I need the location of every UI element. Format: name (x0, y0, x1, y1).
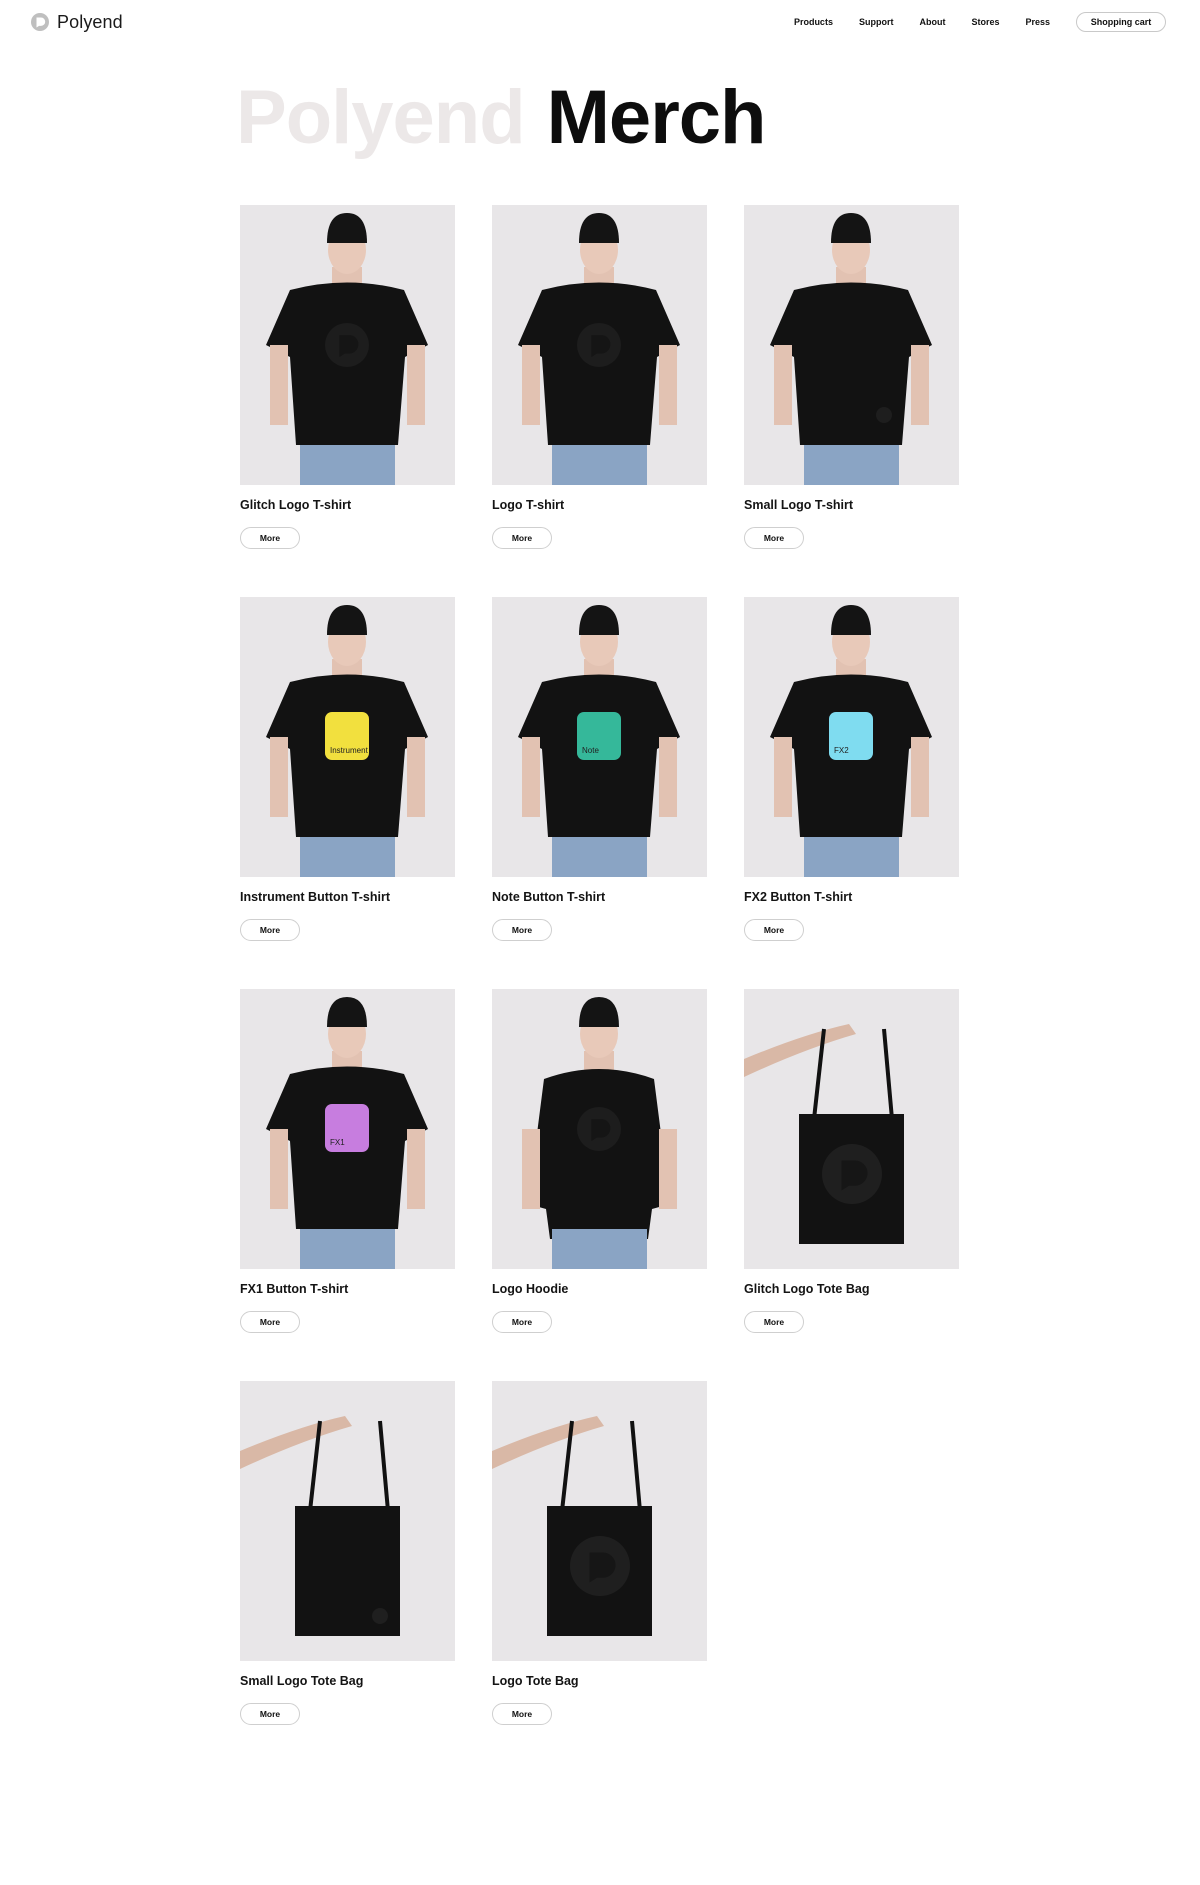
button-print-label: Note (582, 746, 599, 755)
more-button[interactable]: More (744, 919, 804, 941)
product-card: Glitch Logo Tote Bag More (744, 989, 959, 1381)
product-card: FX2 FX2 Button T-shirt More (744, 597, 959, 989)
product-name[interactable]: Note Button T-shirt (492, 890, 707, 906)
product-photo[interactable]: Instrument (240, 597, 455, 877)
brand-name: Polyend (57, 11, 123, 32)
product-illustration: Instrument (266, 605, 428, 877)
product-name[interactable]: Logo T-shirt (492, 498, 707, 514)
product-photo[interactable]: FX1 (240, 989, 455, 1269)
product-name[interactable]: FX1 Button T-shirt (240, 1282, 455, 1298)
product-illustration: Note (518, 605, 680, 877)
product-name[interactable]: Small Logo T-shirt (744, 498, 959, 514)
button-print-label: Instrument (330, 746, 369, 755)
more-button[interactable]: More (240, 1311, 300, 1333)
brand-logo[interactable]: Polyend (30, 11, 123, 33)
shopping-cart-button[interactable]: Shopping cart (1076, 12, 1166, 32)
product-illustration: FX1 (266, 997, 428, 1269)
product-card: Small Logo Tote Bag More (240, 1381, 455, 1773)
product-illustration (522, 997, 677, 1269)
nav-press[interactable]: Press (1025, 17, 1050, 27)
more-button[interactable]: More (240, 527, 300, 549)
product-photo[interactable] (240, 205, 455, 485)
site-header: Polyend Products Support About Stores Pr… (0, 0, 1200, 46)
product-illustration (744, 1024, 904, 1244)
product-illustration (770, 213, 932, 485)
product-illustration (266, 213, 428, 485)
more-button[interactable]: More (744, 527, 804, 549)
main-nav: Products Support About Stores Press Shop… (768, 12, 1166, 32)
polyend-logo-icon (31, 13, 49, 31)
product-photo[interactable] (240, 1381, 455, 1661)
product-card: Instrument Instrument Button T-shirt Mor… (240, 597, 455, 989)
nav-products[interactable]: Products (794, 17, 833, 27)
more-button[interactable]: More (240, 919, 300, 941)
product-name[interactable]: Logo Hoodie (492, 1282, 707, 1298)
product-name[interactable]: Glitch Logo Tote Bag (744, 1282, 959, 1298)
more-button[interactable]: More (240, 1703, 300, 1725)
nav-about[interactable]: About (919, 17, 945, 27)
product-name[interactable]: Small Logo Tote Bag (240, 1674, 455, 1690)
product-photo[interactable] (492, 989, 707, 1269)
page-title-section: Merch (546, 75, 767, 160)
more-button[interactable]: More (492, 919, 552, 941)
product-photo[interactable]: FX2 (744, 597, 959, 877)
product-illustration (240, 1416, 400, 1636)
product-card: Logo T-shirt More (492, 205, 707, 597)
product-card: Glitch Logo T-shirt More (240, 205, 455, 597)
product-name[interactable]: Glitch Logo T-shirt (240, 498, 455, 514)
product-card: Note Note Button T-shirt More (492, 597, 707, 989)
button-print-label: FX2 (834, 746, 849, 755)
page-title-brand: Polyend (236, 75, 526, 160)
product-card: Logo Hoodie More (492, 989, 707, 1381)
product-photo[interactable] (744, 989, 959, 1269)
product-card: Logo Tote Bag More (492, 1381, 707, 1773)
product-card: FX1 FX1 Button T-shirt More (240, 989, 455, 1381)
product-name[interactable]: Logo Tote Bag (492, 1674, 707, 1690)
page-title: Polyend Merch (236, 80, 766, 156)
product-name[interactable]: Instrument Button T-shirt (240, 890, 455, 906)
product-photo[interactable] (744, 205, 959, 485)
more-button[interactable]: More (492, 1311, 552, 1333)
product-photo[interactable] (492, 205, 707, 485)
product-illustration: FX2 (770, 605, 932, 877)
more-button[interactable]: More (492, 527, 552, 549)
product-illustration (518, 213, 680, 485)
nav-stores[interactable]: Stores (971, 17, 999, 27)
more-button[interactable]: More (492, 1703, 552, 1725)
more-button[interactable]: More (744, 1311, 804, 1333)
button-print-label: FX1 (330, 1138, 345, 1147)
product-grid: Glitch Logo T-shirt More Logo T-shirt Mo… (240, 205, 973, 1773)
product-illustration (492, 1416, 652, 1636)
product-card: Small Logo T-shirt More (744, 205, 959, 597)
product-photo[interactable] (492, 1381, 707, 1661)
product-photo[interactable]: Note (492, 597, 707, 877)
product-name[interactable]: FX2 Button T-shirt (744, 890, 959, 906)
nav-support[interactable]: Support (859, 17, 894, 27)
